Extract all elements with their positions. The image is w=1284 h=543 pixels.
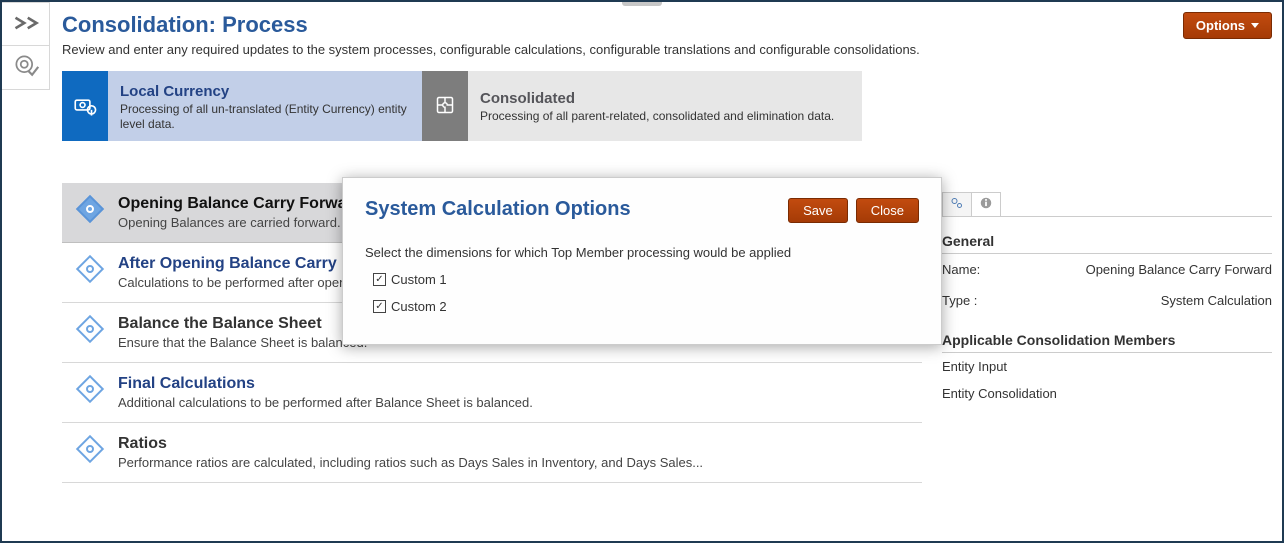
type-label: Type : [942, 293, 977, 308]
tile-title: Consolidated [480, 90, 862, 107]
details-tab-strip [942, 192, 1272, 217]
checkbox-icon: ✓ [373, 273, 386, 286]
general-type-row: Type : System Calculation [942, 285, 1272, 316]
tile-consolidated[interactable]: Consolidated Processing of all parent-re… [422, 71, 862, 141]
name-value: Opening Balance Carry Forward [1086, 262, 1272, 277]
left-rail [2, 2, 54, 90]
calc-item-title: Ratios [118, 435, 914, 453]
info-icon [979, 196, 993, 213]
diamond-gear-icon [76, 195, 104, 223]
calc-item-title: Final Calculations [118, 375, 914, 393]
arrows-merge-icon [12, 9, 40, 40]
tab-settings[interactable] [942, 192, 972, 216]
page-header: Consolidation: Process Review and enter … [62, 12, 1272, 71]
close-button[interactable]: Close [856, 198, 919, 223]
checkbox-label: Custom 2 [391, 299, 447, 314]
calc-item-ratios[interactable]: Ratios Performance ratios are calculated… [62, 423, 922, 483]
page-subtitle: Review and enter any required updates to… [62, 42, 920, 57]
globe-check-icon [12, 52, 40, 83]
tile-title: Local Currency [120, 83, 422, 100]
member-row: Entity Consolidation [942, 380, 1272, 407]
checkbox-icon: ✓ [373, 300, 386, 313]
options-button-label: Options [1196, 18, 1245, 33]
calc-item-final-calculations[interactable]: Final Calculations Additional calculatio… [62, 363, 922, 423]
rail-button-status[interactable] [2, 46, 50, 90]
calc-item-subtitle: Performance ratios are calculated, inclu… [118, 455, 914, 470]
diamond-gear-icon [76, 375, 104, 403]
checkbox-custom1[interactable]: ✓ Custom 1 [373, 272, 919, 287]
mode-tiles: Local Currency Processing of all un-tran… [62, 71, 1272, 141]
diamond-gear-icon [76, 255, 104, 283]
details-panel: General Name: Opening Balance Carry Forw… [942, 192, 1272, 407]
tile-subtitle: Processing of all un-translated (Entity … [120, 102, 422, 132]
tile-icon [62, 71, 108, 141]
checkbox-custom2[interactable]: ✓ Custom 2 [373, 299, 919, 314]
currency-location-icon [72, 92, 98, 121]
checkbox-label: Custom 1 [391, 272, 447, 287]
tile-subtitle: Processing of all parent-related, consol… [480, 109, 862, 124]
tile-icon [422, 71, 468, 141]
puzzle-icon [433, 93, 457, 120]
member-row: Entity Input [942, 353, 1272, 380]
diamond-gear-icon [76, 435, 104, 463]
save-button[interactable]: Save [788, 198, 848, 223]
drag-handle[interactable] [622, 2, 662, 6]
gears-icon [949, 195, 965, 214]
general-heading: General [942, 233, 1272, 254]
page-title: Consolidation: Process [62, 12, 920, 38]
dialog-title: System Calculation Options [365, 198, 631, 221]
diamond-gear-icon [76, 315, 104, 343]
tile-local-currency[interactable]: Local Currency Processing of all un-tran… [62, 71, 422, 141]
chevron-down-icon [1251, 23, 1259, 28]
tab-info[interactable] [971, 192, 1001, 216]
members-heading: Applicable Consolidation Members [942, 332, 1272, 353]
rail-button-collapse[interactable] [2, 2, 50, 46]
system-calculation-options-dialog: System Calculation Options Save Close Se… [342, 177, 942, 345]
options-button[interactable]: Options [1183, 12, 1272, 39]
calc-item-subtitle: Additional calculations to be performed … [118, 395, 914, 410]
name-label: Name: [942, 262, 980, 277]
dialog-instruction: Select the dimensions for which Top Memb… [365, 245, 919, 260]
general-name-row: Name: Opening Balance Carry Forward [942, 254, 1272, 285]
type-value: System Calculation [1161, 293, 1272, 308]
